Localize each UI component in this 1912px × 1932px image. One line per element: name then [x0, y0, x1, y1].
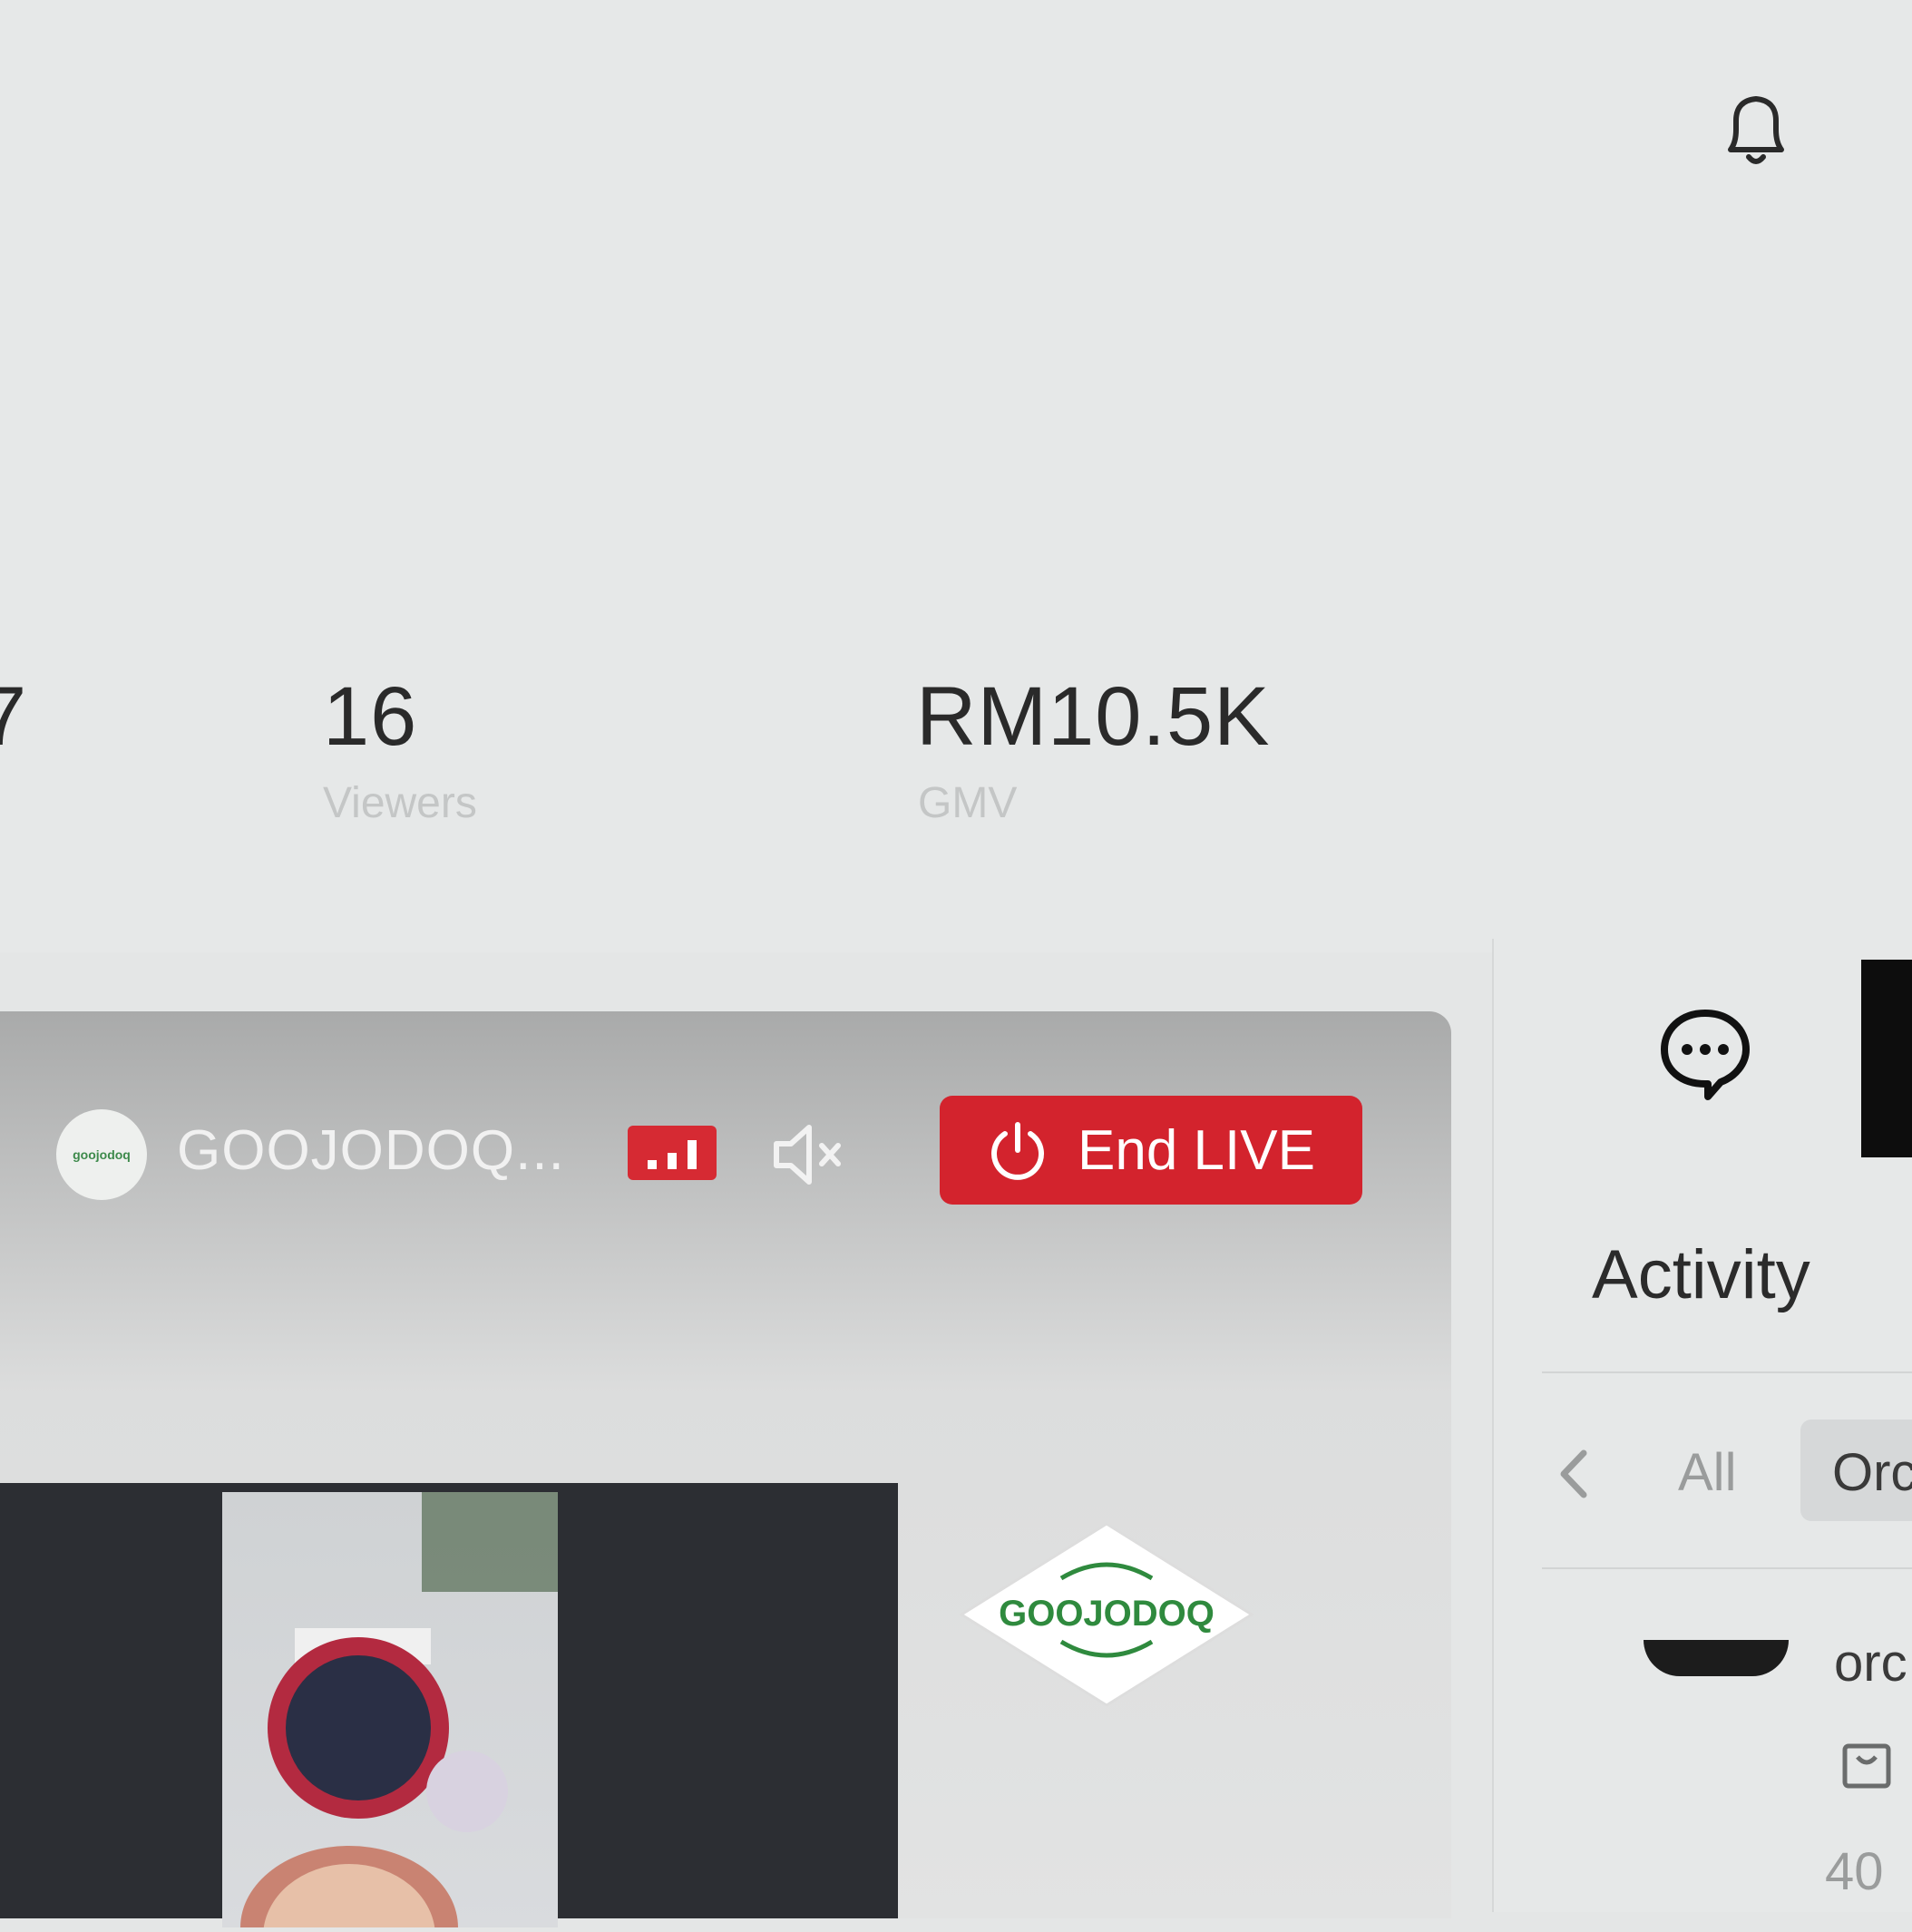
- bell-icon[interactable]: [1712, 86, 1800, 173]
- end-live-button[interactable]: End LIVE: [940, 1096, 1362, 1205]
- viewers-label: Viewers: [323, 779, 477, 827]
- activity-title: Activity: [1592, 1236, 1810, 1313]
- end-live-label: End LIVE: [1078, 1118, 1315, 1182]
- shopping-bag-icon: [1842, 1743, 1891, 1789]
- viewers-count: 16: [323, 670, 418, 763]
- chat-bubble-icon[interactable]: [1655, 1002, 1755, 1102]
- avatar-text: goojodoq: [73, 1147, 131, 1162]
- live-preview-panel: goojodoq GOOJODOQ... End LIVE GOOJODOQ: [0, 1011, 1451, 1932]
- brand-logo-text: GOOJODOQ: [999, 1594, 1215, 1634]
- tab-orders[interactable]: Orc: [1832, 1442, 1912, 1503]
- camera-scene: [240, 1492, 558, 1932]
- gmv-label: GMV: [918, 779, 1018, 827]
- power-icon: [991, 1122, 1044, 1180]
- mute-icon[interactable]: [771, 1120, 847, 1189]
- top-right-button[interactable]: [1861, 960, 1912, 1157]
- order-user-avatar: [1644, 1640, 1789, 1676]
- shop-avatar: goojodoq: [56, 1109, 147, 1200]
- live-header: goojodoq GOOJODOQ... End LIVE: [0, 1011, 1451, 1220]
- divider: [1542, 1371, 1912, 1373]
- order-item-text: orc: [1834, 1634, 1907, 1693]
- shop-name: GOOJODOQ...: [177, 1119, 565, 1182]
- tab-all[interactable]: All: [1678, 1442, 1736, 1503]
- divider: [1542, 1567, 1912, 1569]
- gmv-value: RM10.5K: [916, 670, 1271, 763]
- signal-strength-icon: [628, 1126, 717, 1180]
- brand-logo-icon: GOOJODOQ: [959, 1522, 1254, 1707]
- stat-value-partial: 7: [0, 670, 28, 763]
- order-amount: 40: [1825, 1842, 1884, 1901]
- camera-feed: [222, 1492, 558, 1932]
- chevron-left-icon[interactable]: [1551, 1442, 1596, 1506]
